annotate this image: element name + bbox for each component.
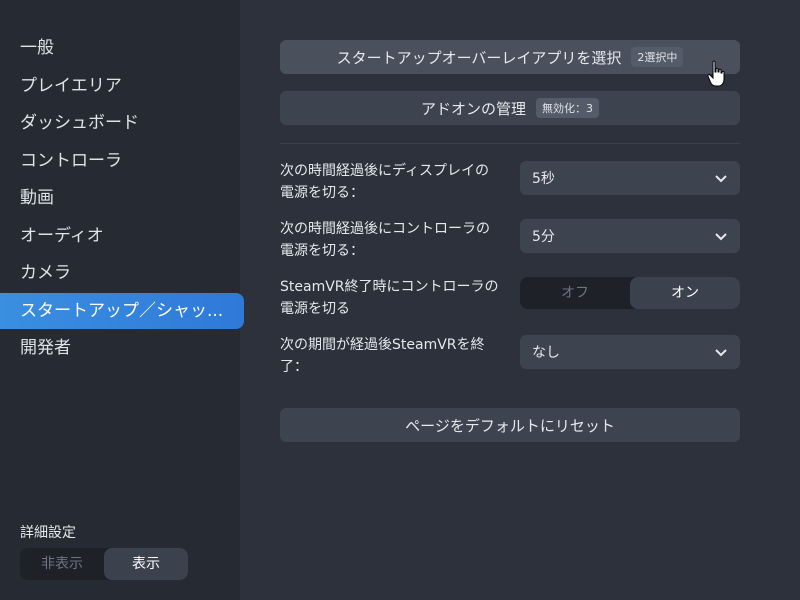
controller-power-off-value: 5分	[532, 229, 555, 245]
exit-controller-power-label: SteamVR終了時にコントローラの電源を切る	[280, 279, 499, 317]
sidebar-item-video[interactable]: 動画	[0, 180, 244, 218]
manage-addons-button[interactable]: アドオンの管理 無効化：3	[280, 91, 740, 125]
controller-power-off-select[interactable]: 5分	[520, 219, 740, 253]
chevron-down-icon	[715, 349, 727, 357]
sidebar-item-startup-shutdown[interactable]: スタートアップ／シャッ...	[0, 293, 244, 329]
advanced-settings-toggle[interactable]: 非表示 表示	[20, 548, 188, 580]
idle-exit-select[interactable]: なし	[520, 335, 740, 369]
reset-page-defaults-button[interactable]: ページをデフォルトにリセット	[280, 408, 740, 442]
selected-count-badge: 2選択中	[631, 47, 684, 67]
sidebar-item-audio[interactable]: オーディオ	[0, 218, 244, 256]
reset-page-defaults-label: ページをデフォルトにリセット	[405, 416, 615, 435]
sidebar: 一般 プレイエリア ダッシュボード コントローラ 動画 オーディオ カメラ スタ…	[0, 0, 244, 600]
disabled-count-badge: 無効化：3	[536, 98, 599, 118]
idle-exit-label: 次の期間が経過後SteamVRを終了：	[280, 337, 485, 375]
manage-addons-label: アドオンの管理	[420, 99, 526, 118]
sidebar-item-play-area[interactable]: プレイエリア	[0, 68, 244, 106]
exit-controller-power-toggle[interactable]: オフ オン	[520, 277, 740, 309]
sidebar-item-developer[interactable]: 開発者	[0, 330, 244, 368]
controller-power-off-label: 次の時間経過後にコントローラの電源を切る：	[280, 221, 490, 259]
hand-cursor-icon	[707, 60, 725, 87]
exit-power-on-option[interactable]: オン	[630, 277, 740, 309]
advanced-settings-label: 詳細設定	[20, 525, 76, 541]
startup-overlay-apps-button[interactable]: スタートアップオーバーレイアプリを選択 2選択中	[280, 40, 740, 74]
display-power-off-value: 5秒	[532, 171, 555, 187]
sidebar-item-general[interactable]: 一般	[0, 30, 244, 68]
display-power-off-select[interactable]: 5秒	[520, 161, 740, 195]
sidebar-item-controllers[interactable]: コントローラ	[0, 143, 244, 181]
chevron-down-icon	[715, 233, 727, 241]
exit-power-off-option[interactable]: オフ	[520, 277, 630, 309]
idle-exit-value: なし	[532, 345, 560, 361]
section-divider	[280, 143, 740, 144]
chevron-down-icon	[715, 175, 727, 183]
sidebar-nav: 一般 プレイエリア ダッシュボード コントローラ 動画 オーディオ カメラ スタ…	[0, 30, 244, 368]
startup-overlay-apps-label: スタートアップオーバーレイアプリを選択	[336, 48, 622, 67]
sidebar-item-camera[interactable]: カメラ	[0, 255, 244, 293]
advanced-show-option[interactable]: 表示	[104, 548, 188, 580]
display-power-off-label: 次の時間経過後にディスプレイの電源を切る：	[280, 163, 490, 201]
sidebar-item-dashboard[interactable]: ダッシュボード	[0, 105, 244, 143]
advanced-hide-option[interactable]: 非表示	[20, 548, 104, 580]
